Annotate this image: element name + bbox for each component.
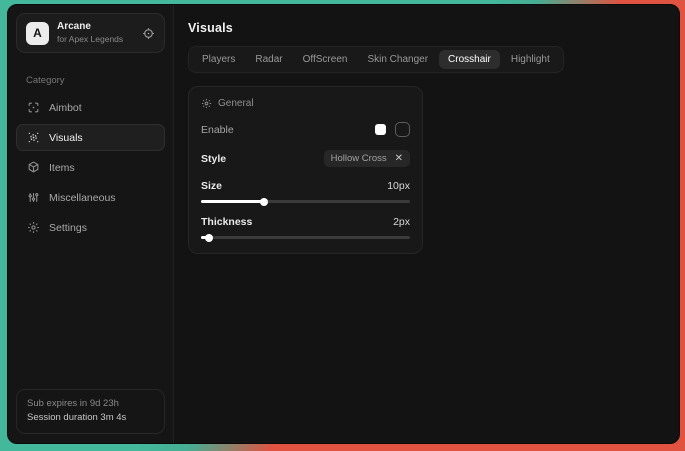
style-value: Hollow Cross	[331, 153, 387, 164]
thickness-label: Thickness	[201, 216, 252, 228]
page-title: Visuals	[188, 21, 665, 35]
sidebar-item-label: Aimbot	[49, 102, 82, 114]
tab-players[interactable]: Players	[193, 50, 244, 69]
sidebar-item-settings[interactable]: Settings	[16, 214, 165, 241]
thickness-slider-thumb[interactable]	[205, 234, 213, 242]
sidebar-item-label: Visuals	[49, 132, 83, 144]
app-window: A Arcane for Apex Legends Category	[7, 4, 680, 444]
sidebar-item-label: Items	[49, 162, 75, 174]
main-content: Visuals Players Radar OffScreen Skin Cha…	[174, 5, 679, 443]
brand-title: Arcane	[57, 21, 123, 34]
tab-highlight[interactable]: Highlight	[502, 50, 559, 69]
sidebar-item-items[interactable]: Items	[16, 154, 165, 181]
sidebar-item-aimbot[interactable]: Aimbot	[16, 94, 165, 121]
brand-subtitle: for Apex Legends	[57, 34, 123, 45]
cube-icon	[27, 161, 40, 174]
tab-radar[interactable]: Radar	[246, 50, 291, 69]
session-duration-text: Session duration 3m 4s	[27, 411, 154, 426]
subscription-card: Sub expires in 9d 23h Session duration 3…	[16, 389, 165, 434]
size-slider[interactable]	[201, 200, 410, 203]
sidebar-item-label: Miscellaneous	[49, 192, 116, 204]
general-panel: General Enable Style Hollow Cross ✕ Size…	[188, 86, 423, 254]
style-select[interactable]: Hollow Cross ✕	[324, 150, 410, 167]
target-brackets-icon	[27, 101, 40, 114]
size-value: 10px	[387, 180, 410, 192]
style-label: Style	[201, 153, 226, 165]
sliders-icon	[27, 191, 40, 204]
brand-logo: A	[26, 22, 49, 45]
category-label: Category	[26, 75, 173, 86]
tab-offscreen[interactable]: OffScreen	[294, 50, 357, 69]
sidebar-item-miscellaneous[interactable]: Miscellaneous	[16, 184, 165, 211]
style-row: Style Hollow Cross ✕	[201, 150, 410, 167]
color-swatch[interactable]	[375, 124, 386, 135]
thickness-row: Thickness 2px	[201, 216, 410, 228]
gear-icon	[27, 221, 40, 234]
eye-scan-icon	[27, 131, 40, 144]
sidebar-item-label: Settings	[49, 222, 87, 234]
visuals-tabbar: Players Radar OffScreen Skin Changer Cro…	[188, 46, 564, 73]
enable-checkbox[interactable]	[395, 122, 410, 137]
sidebar-nav: Aimbot Visuals Items	[8, 94, 173, 241]
sidebar-item-visuals[interactable]: Visuals	[16, 124, 165, 151]
sidebar: A Arcane for Apex Legends Category	[8, 5, 174, 443]
sub-expires-text: Sub expires in 9d 23h	[27, 397, 154, 412]
close-icon[interactable]: ✕	[395, 154, 403, 164]
size-slider-thumb[interactable]	[260, 198, 268, 206]
brand-card: A Arcane for Apex Legends	[16, 13, 165, 53]
tab-skin-changer[interactable]: Skin Changer	[358, 50, 437, 69]
size-row: Size 10px	[201, 180, 410, 192]
enable-row: Enable	[201, 122, 410, 137]
thickness-value: 2px	[393, 216, 410, 228]
thickness-slider[interactable]	[201, 236, 410, 239]
size-label: Size	[201, 180, 222, 192]
crosshair-icon[interactable]	[142, 27, 155, 40]
panel-title: General	[218, 98, 254, 109]
enable-label: Enable	[201, 124, 234, 136]
gear-icon	[201, 98, 212, 109]
tab-crosshair[interactable]: Crosshair	[439, 50, 500, 69]
